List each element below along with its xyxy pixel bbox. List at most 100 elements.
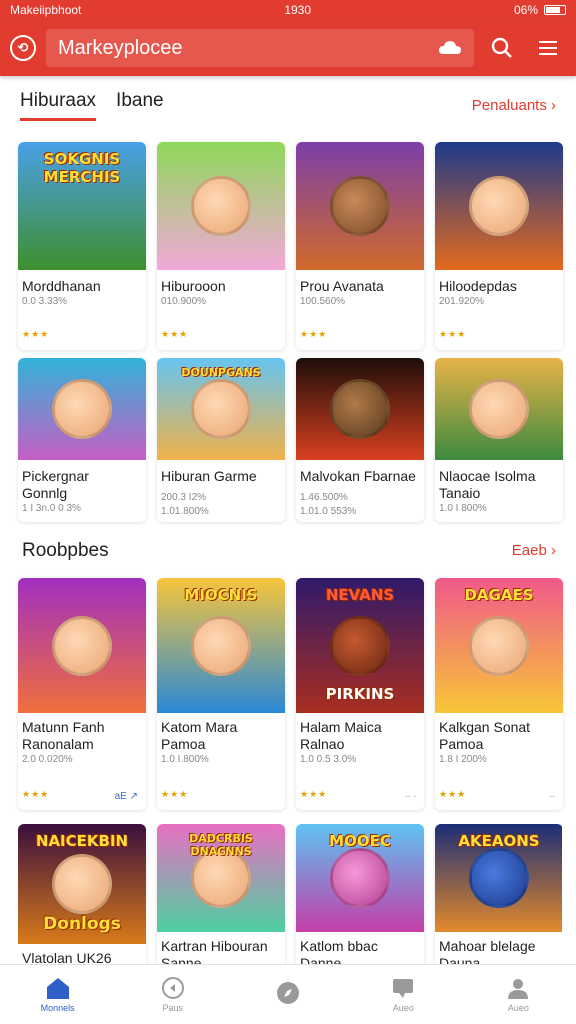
game-meta: 1.8 I 200% bbox=[439, 754, 487, 765]
game-thumbnail: SOKGNIS MERCHIS bbox=[18, 142, 146, 270]
carrier-label: Makeiipbhoot bbox=[10, 3, 82, 17]
game-thumbnail: DOUNPGANS bbox=[157, 358, 285, 460]
game-logo-text: NEVANS bbox=[325, 586, 395, 604]
game-meta: 1.46.500% bbox=[300, 492, 348, 503]
game-subtitle: Dauna bbox=[439, 955, 481, 964]
tab-ibane[interactable]: Ibane bbox=[116, 90, 164, 118]
game-title: Morddhanan bbox=[22, 278, 101, 294]
nav-item-explore[interactable] bbox=[230, 965, 345, 1024]
game-card[interactable]: Pickergnar Gonnlg 1 I 3n.0 0 3% bbox=[18, 358, 146, 522]
game-subtitle: Gonnlg bbox=[22, 485, 68, 501]
game-meta: 201.920% bbox=[439, 296, 485, 307]
character-art bbox=[469, 379, 529, 439]
game-card[interactable]: DAGAES Kalkgan Sonat Pamoa 1.8 I 200% ★★… bbox=[435, 578, 563, 810]
game-subtitle: Pamoa bbox=[439, 736, 484, 752]
tabs-row: Hiburaax Ibane Penaluants › bbox=[0, 90, 576, 126]
game-logo-text: DAGAES bbox=[464, 586, 534, 604]
game-card[interactable]: Nlaocae Isolma Tanaio 1.0 I 800% bbox=[435, 358, 563, 522]
character-art bbox=[52, 615, 112, 676]
nav-item-profile[interactable]: Aueo bbox=[461, 965, 576, 1024]
game-thumbnail bbox=[18, 578, 146, 713]
game-grid-row-3: Matunn Fanh Ranonalam 2.0 0.020% ★★★ aE … bbox=[18, 578, 563, 810]
game-thumbnail: MIOCNIS bbox=[157, 578, 285, 713]
compass-icon bbox=[277, 982, 299, 1004]
game-thumbnail bbox=[435, 142, 563, 270]
nav-item-chat[interactable]: Aueo bbox=[346, 965, 461, 1024]
game-logo-subtext: Donlogs bbox=[43, 914, 121, 934]
game-subtitle: Pamoa bbox=[161, 736, 206, 752]
game-thumbnail: MOOEC bbox=[296, 824, 424, 932]
profile-icon bbox=[508, 979, 529, 999]
game-card[interactable]: Matunn Fanh Ranonalam 2.0 0.020% ★★★ aE … bbox=[18, 578, 146, 810]
game-card[interactable]: DADCRBIS DNACNNS Kartran Hibouran Sanne bbox=[157, 824, 285, 964]
share-icon[interactable]: aE ↗ bbox=[115, 791, 138, 802]
game-meta: 1.0 0.5 3.0% bbox=[300, 754, 357, 765]
game-title: Malvokan Fbarnae bbox=[300, 468, 416, 484]
game-card[interactable]: Prou Avanata 100.560% ★★★ bbox=[296, 142, 424, 350]
game-card[interactable]: SOKGNIS MERCHIS Morddhanan 0.0 3.33% ★★★ bbox=[18, 142, 146, 350]
character-art bbox=[330, 615, 390, 676]
menu-icon[interactable] bbox=[530, 30, 566, 66]
rating-stars: ★★★ bbox=[300, 329, 328, 339]
search-input[interactable]: Markeyplocee bbox=[46, 29, 474, 67]
game-subtitle: Ralnao bbox=[300, 736, 345, 752]
game-thumbnail bbox=[157, 142, 285, 270]
game-card[interactable]: AKEAONS Mahoar blelage Dauna bbox=[435, 824, 562, 964]
game-subtitle: Danne bbox=[300, 955, 342, 964]
character-art bbox=[52, 379, 112, 439]
game-title: Hiloodepdas bbox=[439, 278, 517, 294]
game-card[interactable]: Hiloodepdas 201.920% ★★★ bbox=[435, 142, 563, 350]
more-icon[interactable]: ∙∙ ∙ bbox=[405, 791, 416, 802]
game-card[interactable]: DOUNPGANS Hiburan Garme 200.3 I2% 1.01.8… bbox=[157, 358, 285, 522]
game-title: Vlatolan UK26 bbox=[22, 950, 112, 964]
game-thumbnail bbox=[435, 358, 563, 460]
game-title: Halam Maica bbox=[300, 719, 382, 735]
game-title: Mahoar blelage bbox=[439, 938, 536, 954]
game-card[interactable]: NAICEKBIN Donlogs Vlatolan UK26 bbox=[18, 824, 146, 964]
game-thumbnail: NEVANS PIRKINS bbox=[296, 578, 424, 713]
nav-item-home[interactable]: Monnels bbox=[0, 965, 115, 1024]
nav-label: Monnels bbox=[40, 1003, 75, 1013]
rating-stars: ★★★ bbox=[439, 789, 467, 799]
search-icon[interactable] bbox=[484, 30, 520, 66]
status-bar: Makeiipbhoot 1930 06% bbox=[0, 0, 576, 20]
rating-stars: ★★★ bbox=[22, 789, 50, 799]
game-grid-row-4: NAICEKBIN Donlogs Vlatolan UK26 DADCRBIS… bbox=[18, 824, 562, 964]
game-title: Prou Avanata bbox=[300, 278, 384, 294]
game-card[interactable]: Malvokan Fbarnae 1.46.500% 1.01.0 553% bbox=[296, 358, 424, 522]
game-subtitle: Ranonalam bbox=[22, 736, 94, 752]
nav-item-paus[interactable]: Paus bbox=[115, 965, 230, 1024]
game-logo-text: DOUNPGANS bbox=[181, 366, 261, 379]
see-more-link[interactable]: Eaeb › bbox=[512, 542, 556, 559]
nav-label: Paus bbox=[162, 1003, 184, 1013]
rating-stars: ★★★ bbox=[300, 789, 328, 799]
game-title: Matunn Fanh bbox=[22, 719, 105, 735]
game-logo-text: MIOCNIS bbox=[184, 586, 258, 604]
home-icon bbox=[46, 978, 69, 999]
game-logo-text: AKEAONS bbox=[458, 832, 540, 850]
game-grid-row-1: SOKGNIS MERCHIS Morddhanan 0.0 3.33% ★★★… bbox=[18, 142, 563, 350]
app-logo-icon[interactable]: ⟲ bbox=[10, 35, 36, 61]
clock: 1930 bbox=[284, 3, 312, 17]
more-icon[interactable]: ∙∙ bbox=[549, 791, 555, 802]
game-meta: 1 I 3n.0 0 3% bbox=[22, 503, 81, 514]
character-art bbox=[191, 615, 251, 676]
game-thumbnail bbox=[296, 358, 424, 460]
game-meta: 2.0 0.020% bbox=[22, 754, 73, 765]
see-all-link[interactable]: Penaluants › bbox=[472, 97, 556, 114]
cloud-icon[interactable] bbox=[438, 39, 462, 57]
battery-icon bbox=[544, 5, 566, 15]
game-meta: 1.0 I 800% bbox=[439, 503, 487, 514]
game-card[interactable]: MOOEC Katlom bbac Danne bbox=[296, 824, 424, 964]
tab-hiburaax[interactable]: Hiburaax bbox=[20, 90, 97, 121]
game-meta-secondary: 1.01.800% bbox=[161, 506, 209, 517]
character-art bbox=[469, 615, 529, 676]
character-art bbox=[330, 848, 390, 908]
game-thumbnail: NAICEKBIN Donlogs bbox=[18, 824, 146, 944]
battery-percent: 06% bbox=[513, 3, 538, 17]
rating-stars: ★★★ bbox=[439, 329, 467, 339]
game-card[interactable]: NEVANS PIRKINS Halam Maica Ralnao 1.0 0.… bbox=[296, 578, 424, 810]
game-card[interactable]: Hiburooon 010.900% ★★★ bbox=[157, 142, 285, 350]
game-card[interactable]: MIOCNIS Katom Mara Pamoa 1.0 I.800% ★★★ bbox=[157, 578, 285, 810]
game-grid-row-2: Pickergnar Gonnlg 1 I 3n.0 0 3% DOUNPGAN… bbox=[18, 358, 563, 522]
